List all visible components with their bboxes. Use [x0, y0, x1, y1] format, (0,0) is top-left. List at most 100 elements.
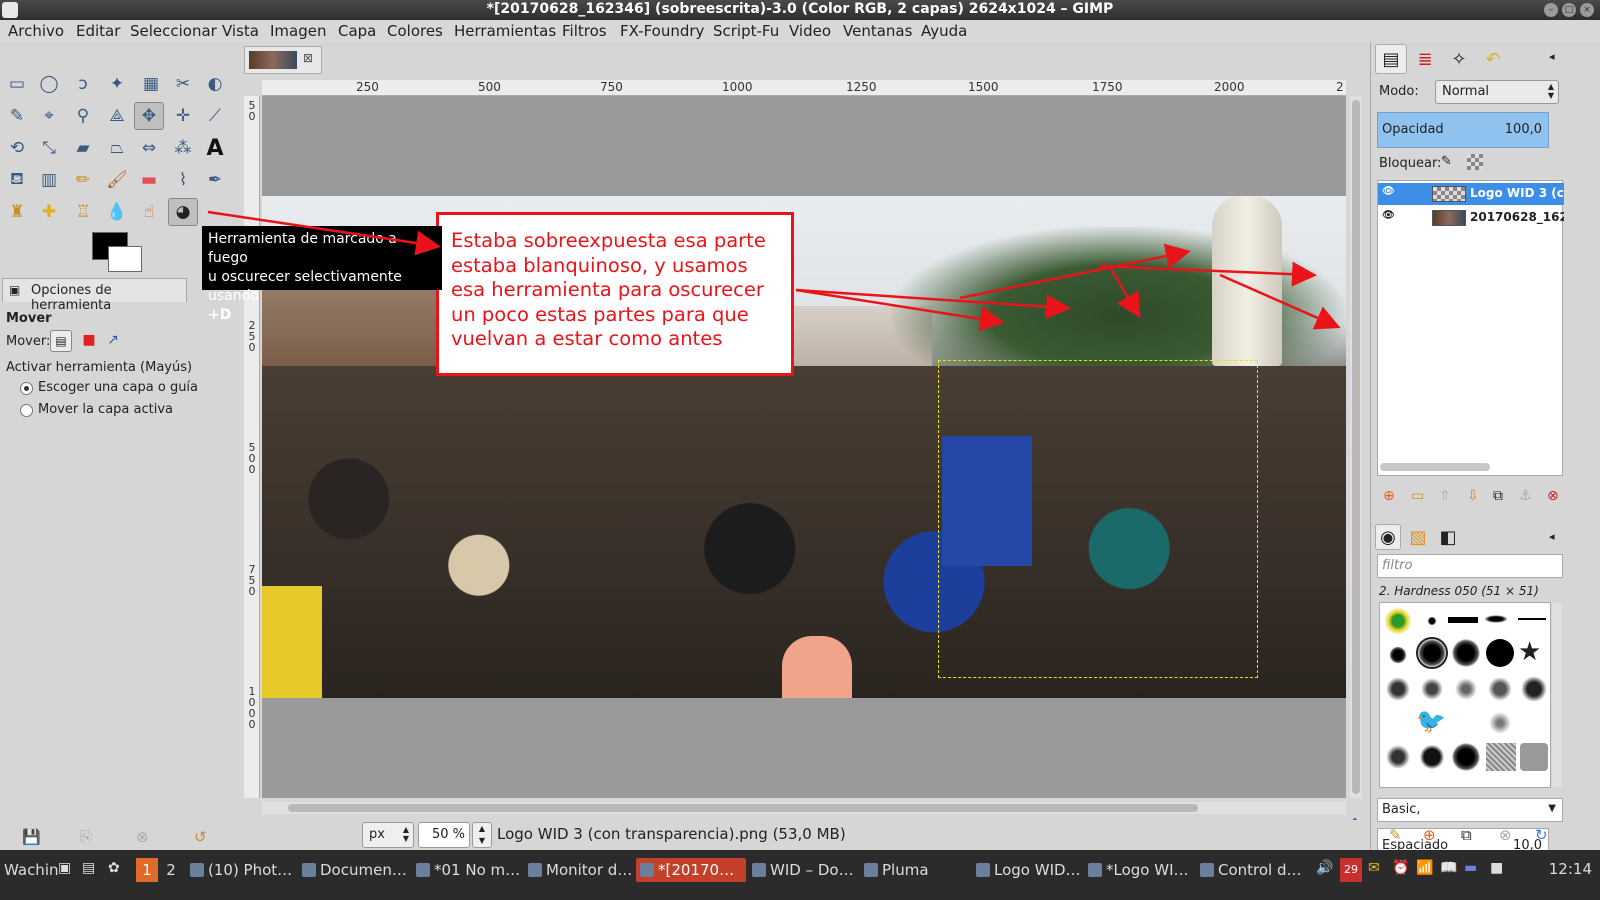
minimize-button[interactable]: – — [1544, 3, 1558, 17]
new-brush-icon[interactable]: ⊕ — [1423, 826, 1436, 844]
delete-options-icon[interactable]: ⊗ — [136, 828, 149, 846]
docs-tray-icon[interactable]: 📖 — [1440, 860, 1457, 876]
radio-move-active-layer-label[interactable]: Mover la capa activa — [38, 402, 173, 417]
zoom-input[interactable]: 50 % — [418, 822, 470, 848]
shear-icon[interactable]: ▰ — [68, 134, 98, 162]
menu-fx-foundry[interactable]: FX-Foundry — [620, 22, 704, 40]
tool-options-tab[interactable]: ▣ Opciones de herramienta — [2, 278, 187, 313]
brush-item[interactable] — [1389, 646, 1407, 664]
patterns-tab-icon[interactable]: ▧ — [1405, 524, 1431, 550]
duplicate-layer-icon[interactable]: ⧉ — [1493, 488, 1503, 504]
cage-icon[interactable]: ⁂ — [168, 134, 198, 162]
app-launcher-icon[interactable]: ✿ — [108, 860, 120, 876]
menu-ayuda[interactable]: Ayuda — [921, 22, 967, 40]
lower-layer-icon[interactable]: ⇩ — [1467, 488, 1479, 504]
horizontal-scroll-thumb[interactable] — [288, 804, 1198, 812]
color-picker-icon[interactable]: ⌖ — [34, 102, 64, 130]
brush-item[interactable] — [1384, 607, 1412, 635]
new-group-icon[interactable]: ▭ — [1411, 488, 1424, 504]
menu-ventanas[interactable]: Ventanas — [843, 22, 912, 40]
desktop-tray-icon[interactable]: ■ — [1490, 860, 1503, 876]
duplicate-brush-icon[interactable]: ⧉ — [1461, 826, 1472, 844]
task-logo-wid-2[interactable]: *Logo WI… — [1084, 858, 1194, 882]
volume-icon[interactable]: 🔊 — [1316, 860, 1333, 876]
menu-archivo[interactable]: Archivo — [8, 22, 64, 40]
delete-layer-icon[interactable]: ⊗ — [1547, 488, 1559, 504]
brush-item[interactable] — [1452, 743, 1480, 771]
close-tab-icon[interactable]: ⊠ — [303, 51, 313, 65]
ellipse-select-icon[interactable]: ◯ — [34, 70, 64, 98]
brush-item[interactable] — [1418, 743, 1446, 771]
select-by-color-icon[interactable]: ▦ — [136, 70, 166, 98]
zoom-spin-icon[interactable]: ▲ ▼ — [472, 822, 492, 848]
move-path-icon[interactable]: ↗ — [102, 330, 124, 352]
task-documento[interactable]: Documen… — [298, 858, 410, 882]
brush-item[interactable] — [1486, 639, 1514, 667]
brushes-tab-icon[interactable]: ◉ — [1375, 524, 1401, 550]
move-icon[interactable]: ✥ — [134, 102, 164, 130]
perspective-icon[interactable]: ⏢ — [102, 134, 132, 162]
menu-vista[interactable]: Vista — [222, 22, 259, 40]
brush-item[interactable] — [1427, 616, 1437, 626]
perspective-clone-icon[interactable]: ♖ — [68, 198, 98, 226]
menu-seleccionar[interactable]: Seleccionar — [130, 22, 217, 40]
brush-item[interactable] — [1452, 639, 1480, 667]
files-launcher-icon[interactable]: ▤ — [82, 860, 95, 876]
menu-capa[interactable]: Capa — [338, 22, 376, 40]
brush-item-selected[interactable] — [1416, 637, 1448, 669]
lock-pixels-icon[interactable]: ✎ — [1441, 154, 1452, 169]
layers-scroll-thumb[interactable] — [1380, 463, 1490, 471]
task-pluma[interactable]: Pluma — [860, 858, 970, 882]
anchor-layer-icon[interactable]: ⚓ — [1519, 488, 1532, 504]
unit-select[interactable]: px ▲ ▼ — [362, 822, 414, 848]
clone-icon[interactable]: ♜ — [2, 198, 32, 226]
smudge-icon[interactable]: ☝ — [134, 198, 164, 226]
restore-options-icon[interactable]: ⎘ — [80, 828, 92, 846]
pencil-icon[interactable]: ✏ — [68, 166, 98, 194]
flip-icon[interactable]: ⇔ — [134, 134, 164, 162]
lasso-icon[interactable]: ↄ — [68, 70, 98, 98]
menu-colores[interactable]: Colores — [387, 22, 443, 40]
close-button[interactable]: × — [1580, 3, 1594, 17]
display-tray-icon[interactable]: ▬ — [1464, 860, 1477, 876]
foreground-select-icon[interactable]: ◐ — [200, 70, 230, 98]
brushes-scrollbar[interactable] — [1552, 603, 1562, 787]
brush-filter-input[interactable]: filtro — [1377, 554, 1563, 578]
paths-icon[interactable]: ✎ — [2, 102, 32, 130]
brush-preset-select[interactable]: Basic, ▼ — [1377, 798, 1563, 822]
brush-item[interactable] — [1384, 675, 1412, 703]
menu-imagen[interactable]: Imagen — [270, 22, 326, 40]
gradients-tab-icon[interactable]: ◧ — [1435, 524, 1461, 550]
brush-item[interactable] — [1452, 675, 1480, 703]
scale-icon[interactable]: ⤡ — [34, 134, 64, 162]
paths-tab-icon[interactable]: ✧ — [1443, 44, 1475, 74]
brush-item[interactable] — [1486, 675, 1514, 703]
menu-video[interactable]: Video — [789, 22, 831, 40]
brush-item[interactable] — [1384, 743, 1412, 771]
horizontal-scrollbar[interactable] — [262, 802, 1346, 814]
menu-filtros[interactable]: Filtros — [562, 22, 607, 40]
star-brush-icon[interactable]: ★ — [1518, 637, 1541, 667]
fuzzy-select-icon[interactable]: ✦ — [102, 70, 132, 98]
dock-menu-icon-2[interactable]: ◂ — [1549, 530, 1555, 543]
layer-row[interactable]: 👁 20170628_16234 — [1378, 207, 1564, 229]
crop-icon[interactable]: ⟋ — [200, 102, 230, 130]
task-monitor[interactable]: Monitor d… — [524, 858, 634, 882]
layers-tab-icon[interactable]: ▤ — [1375, 44, 1407, 74]
airbrush-icon[interactable]: ⌇ — [168, 166, 198, 194]
rotate-icon[interactable]: ⟲ — [2, 134, 32, 162]
visibility-eye-icon[interactable]: 👁 — [1382, 186, 1396, 197]
maximize-button[interactable]: □ — [1562, 3, 1576, 17]
calendar-icon[interactable]: 29 — [1340, 858, 1362, 882]
task-wid[interactable]: WID – Do… — [748, 858, 858, 882]
background-color-swatch[interactable] — [108, 246, 142, 272]
move-selection-icon[interactable]: ■ — [78, 330, 100, 352]
scissors-icon[interactable]: ✂ — [168, 70, 198, 98]
reset-options-icon[interactable]: ↺ — [194, 828, 207, 846]
text-icon[interactable]: A — [200, 134, 230, 162]
radio-pick-layer[interactable] — [20, 382, 33, 395]
task-logo-wid[interactable]: Logo WID… — [972, 858, 1082, 882]
opacity-slider[interactable]: Opacidad 100,0 — [1377, 112, 1549, 148]
bird-brush-icon[interactable]: 🐦 — [1416, 707, 1446, 735]
bucket-fill-icon[interactable]: ⛾ — [2, 166, 32, 194]
